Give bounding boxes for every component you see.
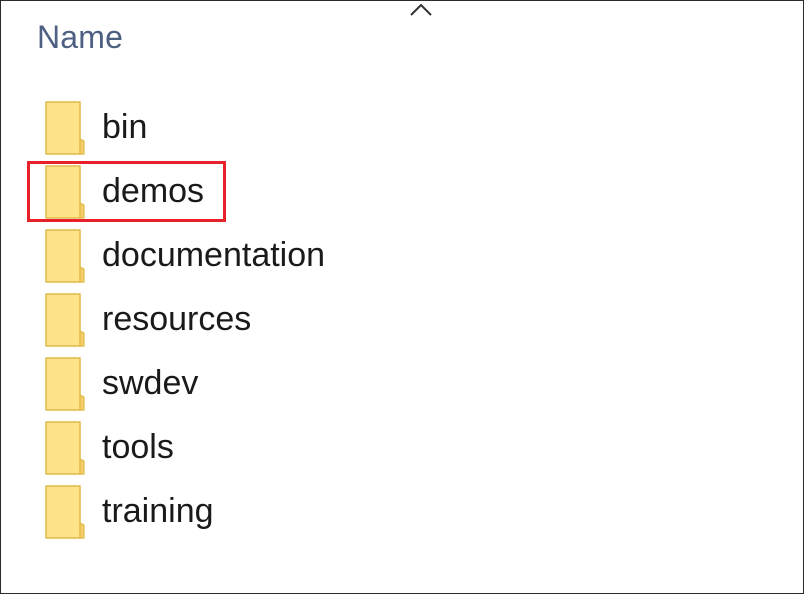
folder-name: training (102, 492, 214, 530)
highlight-box (27, 161, 226, 222)
folder-name: bin (102, 108, 148, 146)
folder-icon (45, 229, 85, 283)
list-item[interactable]: swdev (1, 355, 803, 419)
list-item[interactable]: tools (1, 419, 803, 483)
folder-name: documentation (102, 236, 326, 274)
chevron-up-icon[interactable] (407, 1, 435, 21)
list-item[interactable]: resources (1, 291, 803, 355)
folder-name: swdev (102, 364, 199, 402)
folder-icon (45, 357, 85, 411)
folder-name: resources (102, 300, 252, 338)
folder-icon (45, 101, 85, 155)
list-item[interactable]: documentation (1, 227, 803, 291)
folder-name: tools (102, 428, 174, 466)
file-explorer-list-pane: Name bin demos documentation resources s… (0, 0, 804, 594)
name-column-header[interactable]: Name (37, 19, 123, 56)
folder-icon (45, 293, 85, 347)
list-item[interactable]: bin (1, 99, 803, 163)
list-item[interactable]: training (1, 483, 803, 547)
column-header: Name (1, 1, 803, 81)
folder-icon (45, 421, 85, 475)
folder-icon (45, 485, 85, 539)
